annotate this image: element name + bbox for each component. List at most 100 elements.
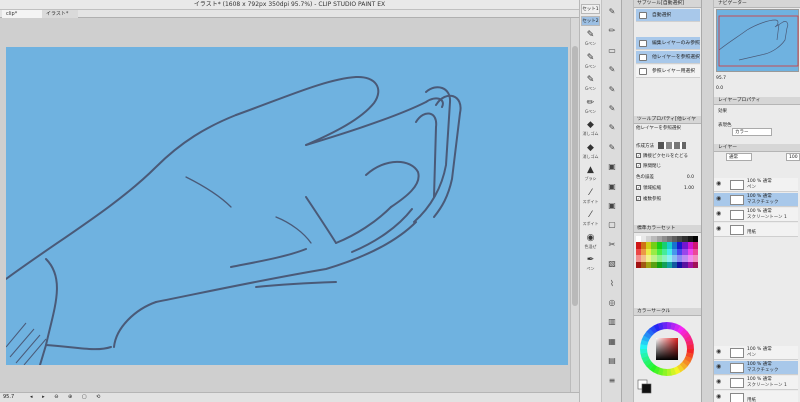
tool-icon[interactable]: ✂ bbox=[604, 237, 620, 253]
eye-icon[interactable]: ◉ bbox=[716, 196, 721, 202]
tool-icon[interactable]: ✎ bbox=[604, 62, 620, 78]
drawing-canvas[interactable] bbox=[6, 47, 568, 365]
zoom-out-icon[interactable]: ⊖ bbox=[54, 394, 62, 400]
tool-icon[interactable]: ⌇ bbox=[604, 276, 620, 292]
subtool-reference-select[interactable]: 参照レイヤー用選択 bbox=[636, 65, 700, 78]
wand-icon bbox=[639, 12, 647, 19]
color-circle[interactable] bbox=[636, 320, 698, 396]
subtool-edit-layer-select[interactable]: 編集レイヤーのみ参照選択 bbox=[636, 37, 700, 59]
color-swatch[interactable] bbox=[692, 261, 698, 268]
tool-icon[interactable]: ▤ bbox=[604, 353, 620, 369]
layer-row[interactable]: ◉ 100 % 通常 ペン bbox=[714, 178, 798, 192]
tool-icon[interactable]: ✎ bbox=[604, 101, 620, 117]
tool-icon[interactable]: ✎ bbox=[604, 120, 620, 136]
layer-thumbnail bbox=[730, 363, 744, 373]
tool-icon[interactable]: ▦ bbox=[604, 334, 620, 350]
color-margin-value[interactable]: 0.0 bbox=[687, 173, 694, 183]
blend-mode-select[interactable]: 通常 bbox=[726, 153, 752, 161]
eye-icon[interactable]: ◉ bbox=[716, 181, 721, 187]
color-circle-title: カラーサークル bbox=[634, 308, 702, 316]
scroll-right-icon[interactable]: ▸ bbox=[42, 394, 49, 400]
tool-column: ✎ ✏ ▭ ✎ ✎ ✎ ✎ ✎ ▣ ▣ ▣ ▢ ✂ ▧ ⌇ ◎ ▥ ▦ ▤ ≡ bbox=[601, 0, 621, 402]
eye-icon[interactable]: ◉ bbox=[716, 394, 721, 400]
tool-button[interactable]: ◆ 消しゴム bbox=[581, 143, 600, 166]
clip-studio-window: イラスト* (1608 x 792px 350dpi 95.7%) - CLIP… bbox=[0, 0, 800, 402]
tool-icon[interactable]: ▧ bbox=[604, 256, 620, 272]
tool-button[interactable]: ✎ Gペン bbox=[581, 53, 600, 76]
checkbox-icon[interactable]: ✓ bbox=[636, 163, 641, 168]
tool-label: ペン bbox=[586, 266, 595, 271]
tool-icon[interactable]: ▣ bbox=[604, 198, 620, 214]
navigator-angle[interactable]: 0.0 bbox=[716, 86, 723, 91]
row-label: 隙間閉じ bbox=[643, 164, 661, 169]
checkbox-icon[interactable]: ✓ bbox=[636, 196, 641, 201]
navigator-preview[interactable] bbox=[716, 9, 799, 72]
tool-button[interactable]: ◉ 色混ぜ bbox=[581, 233, 600, 256]
fill-icon: ▲ bbox=[587, 165, 594, 175]
subtool-other-layer-select[interactable]: 他レイヤーを参照選択 bbox=[636, 51, 700, 64]
zoom-readout: 95.7 bbox=[3, 394, 15, 400]
layer-row[interactable]: ◉ 100 % 通常 マスクチェック bbox=[714, 361, 798, 375]
tool-button[interactable]: ▲ ブラシ bbox=[581, 165, 600, 188]
layer-row[interactable]: ◉ 用紙 bbox=[714, 391, 798, 402]
canvas-controls[interactable]: ◂ ▸ ⊖ ⊕ ▢ ⟲ bbox=[30, 393, 104, 402]
layer-thumbnail bbox=[730, 225, 744, 235]
tool-icon[interactable]: ✎ bbox=[604, 82, 620, 98]
zoom-in-icon[interactable]: ⊕ bbox=[68, 394, 76, 400]
eye-icon[interactable]: ◉ bbox=[716, 211, 721, 217]
checkbox-icon[interactable]: ✓ bbox=[636, 185, 641, 190]
eye-icon[interactable]: ◉ bbox=[716, 226, 721, 232]
tool-icon[interactable]: ✏ bbox=[604, 23, 620, 39]
multi-refer-row[interactable]: ✓ 複数参照 bbox=[636, 195, 700, 205]
layer-row[interactable]: ◉ 用紙 bbox=[714, 223, 798, 237]
close-gap-row[interactable]: ✓ 隙間閉じ bbox=[636, 162, 700, 172]
tool-icon[interactable]: ≡ bbox=[604, 373, 620, 389]
vertical-scrollbar[interactable] bbox=[570, 18, 579, 392]
tool-icon[interactable]: ✎ bbox=[604, 140, 620, 156]
color-set-swatches[interactable] bbox=[636, 236, 698, 268]
layer-row[interactable]: ◉ 100 % 通常 スクリーントーン 1 bbox=[714, 208, 798, 222]
eye-icon[interactable]: ◉ bbox=[716, 349, 721, 355]
tool-icon[interactable]: ✎ bbox=[604, 4, 620, 20]
expression-select[interactable]: カラー bbox=[732, 128, 772, 136]
layer-opacity[interactable]: 100 bbox=[786, 153, 800, 161]
tool-button[interactable]: ✒ ペン bbox=[581, 255, 600, 278]
creation-method-buttons[interactable] bbox=[658, 142, 687, 149]
tool-button[interactable]: ⁄ スポイト bbox=[581, 210, 600, 233]
eye-icon[interactable]: ◉ bbox=[716, 379, 721, 385]
color-wheel[interactable] bbox=[636, 320, 698, 396]
tool-property-title: ツールプロパティ[他レイヤ bbox=[634, 116, 702, 124]
tool-label: Gペン bbox=[584, 86, 597, 91]
set1-tab[interactable]: セット1 bbox=[581, 4, 600, 14]
tool-icon[interactable]: ▢ bbox=[604, 217, 620, 233]
checkbox-icon[interactable]: ✓ bbox=[636, 153, 641, 158]
subtool-auto-select[interactable]: 自動選択 bbox=[636, 9, 700, 22]
tool-icon[interactable]: ▭ bbox=[604, 43, 620, 59]
tool-icon[interactable]: ◎ bbox=[604, 295, 620, 311]
navigator-zoom[interactable]: 95.7 bbox=[716, 76, 726, 81]
doc-tab-illust[interactable]: イラスト* bbox=[42, 10, 78, 18]
follow-adjacent-row[interactable]: ✓ 隣接ピクセルをたどる bbox=[636, 152, 700, 162]
doc-tab-clip[interactable]: clip* bbox=[2, 10, 42, 18]
rotate-icon[interactable]: ⟲ bbox=[96, 394, 104, 400]
scale-area-row[interactable]: ✓ 領域拡縮 1.00 bbox=[636, 184, 700, 194]
tool-icon[interactable]: ▣ bbox=[604, 159, 620, 175]
eye-icon[interactable]: ◉ bbox=[716, 364, 721, 370]
eyedropper-icon: ⁄ bbox=[589, 210, 592, 220]
layer-row[interactable]: ◉ 100 % 通常 スクリーントーン 1 bbox=[714, 376, 798, 390]
layer-row[interactable]: ◉ 100 % 通常 マスクチェック bbox=[714, 193, 798, 207]
scroll-thumb[interactable] bbox=[572, 46, 578, 306]
tool-icon[interactable]: ▣ bbox=[604, 179, 620, 195]
tool-button[interactable]: ✎ Gペン bbox=[581, 75, 600, 98]
tool-button[interactable]: ⁄ スポイト bbox=[581, 188, 600, 211]
scale-area-value[interactable]: 1.00 bbox=[684, 184, 694, 194]
fit-icon[interactable]: ▢ bbox=[82, 394, 91, 400]
tool-property-subname: 他レイヤーを参照選択 bbox=[636, 126, 681, 131]
tool-button[interactable]: ◆ 消しゴム bbox=[581, 120, 600, 143]
set2-tab[interactable]: セット2 bbox=[581, 16, 600, 26]
layer-row[interactable]: ◉ 100 % 通常 ペン bbox=[714, 346, 798, 360]
tool-icon[interactable]: ▥ bbox=[604, 314, 620, 330]
tool-button[interactable]: ✏ Gペン bbox=[581, 98, 600, 121]
tool-button[interactable]: ✎ Gペン bbox=[581, 30, 600, 53]
scroll-left-icon[interactable]: ◂ bbox=[30, 394, 37, 400]
